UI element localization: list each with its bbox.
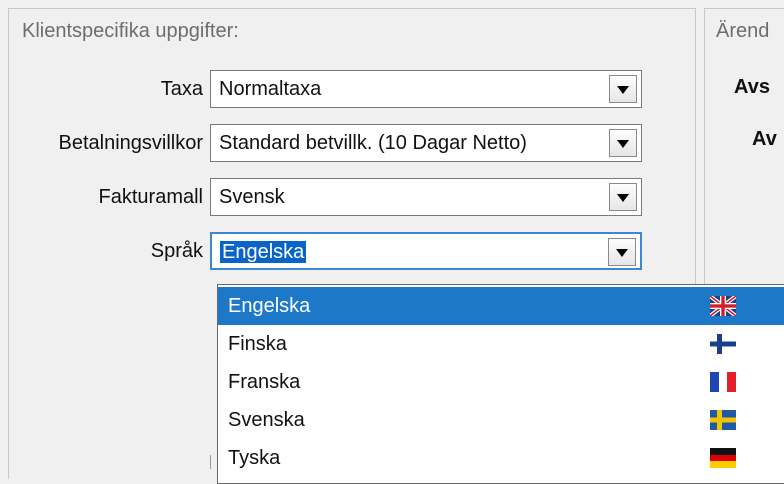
language-dropdown-button[interactable] (608, 238, 636, 266)
language-option-franska[interactable]: Franska (218, 363, 784, 401)
language-dropdown-list[interactable]: Engelska Finska Franska Svenska Tyska (217, 284, 784, 484)
chevron-down-icon (616, 249, 628, 257)
invoice-template-select[interactable]: Svensk (210, 178, 642, 216)
france-flag-icon (710, 372, 736, 392)
chevron-down-icon (617, 86, 629, 94)
language-label: Språk (150, 240, 203, 262)
taxa-value: Normaltaxa (219, 78, 322, 100)
taxa-select[interactable]: Normaltaxa (210, 70, 642, 108)
payment-terms-select[interactable]: Standard betvillk. (10 Dagar Netto) (210, 124, 642, 162)
language-option-engelska[interactable]: Engelska (218, 287, 784, 325)
language-value: Engelska (220, 241, 307, 263)
chevron-down-icon (617, 140, 629, 148)
language-select[interactable]: Engelska (210, 232, 642, 270)
finland-flag-icon (710, 334, 736, 354)
sweden-flag-icon (710, 410, 736, 430)
taxa-label: Taxa (160, 78, 203, 100)
right-section-title: Ärend (716, 20, 770, 42)
invoice-template-dropdown-button[interactable] (609, 183, 637, 211)
language-option-svenska[interactable]: Svenska (218, 401, 784, 439)
language-option-tyska[interactable]: Tyska (218, 439, 784, 477)
right-label-avs: Avs (734, 76, 770, 98)
payment-terms-value: Standard betvillk. (10 Dagar Netto) (219, 132, 527, 154)
uk-flag-icon (710, 296, 736, 316)
invoice-template-label: Fakturamall (98, 186, 203, 208)
taxa-dropdown-button[interactable] (609, 75, 637, 103)
payment-terms-dropdown-button[interactable] (609, 129, 637, 157)
language-option-finska[interactable]: Finska (218, 325, 784, 363)
list-edge (210, 455, 217, 469)
invoice-template-value: Svensk (219, 186, 285, 208)
chevron-down-icon (617, 194, 629, 202)
payment-terms-label: Betalningsvillkor (58, 132, 203, 154)
right-label-av: Av (752, 128, 777, 150)
germany-flag-icon (710, 448, 736, 468)
section-title: Klientspecifika uppgifter: (22, 20, 239, 42)
